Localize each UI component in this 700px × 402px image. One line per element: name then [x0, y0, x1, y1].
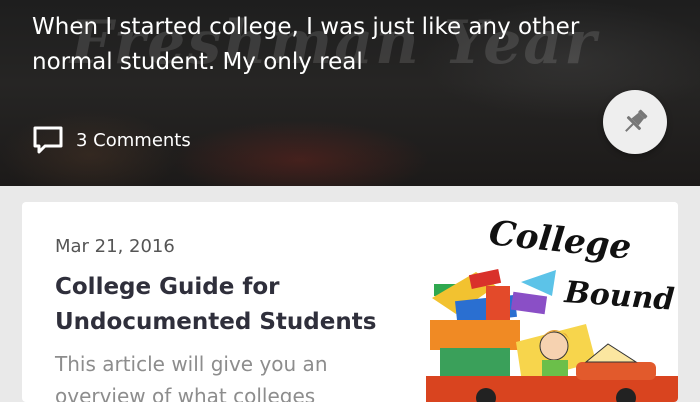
pin-button[interactable] — [603, 90, 667, 154]
post-excerpt[interactable]: When I started college, I was just like … — [32, 10, 592, 80]
article-date: Mar 21, 2016 — [55, 236, 175, 257]
thumbnail-line1: College — [487, 213, 633, 268]
thumbnail-line2: Bound — [562, 275, 675, 318]
comments-link[interactable]: 3 Comments — [32, 124, 191, 156]
article-title[interactable]: College Guide for Undocumented Students — [55, 270, 415, 340]
comments-count: 3 Comments — [76, 129, 191, 151]
article-thumbnail[interactable]: College Bound — [426, 202, 678, 402]
background-glow — [170, 120, 430, 186]
pushpin-icon — [625, 109, 648, 132]
featured-post-card[interactable]: Freshman Year When I started college, I … — [0, 0, 700, 186]
article-card[interactable]: Mar 21, 2016 College Guide for Undocumen… — [22, 202, 678, 402]
college-bound-illustration: College Bound — [426, 213, 678, 402]
comment-icon — [33, 126, 63, 154]
